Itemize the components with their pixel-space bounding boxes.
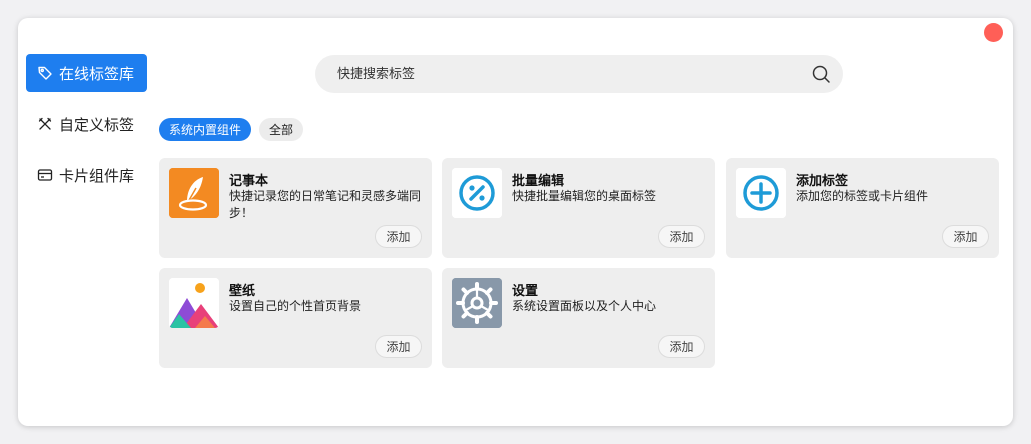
widget-card-wallpaper: 壁纸 设置自己的个性首页背景 添加 [159, 268, 432, 368]
card-description: 快捷记录您的日常笔记和灵感多端同步！ [229, 189, 422, 220]
add-button[interactable]: 添加 [375, 225, 422, 248]
widget-card-batch-edit: 批量编辑 快捷批量编辑您的桌面标签 添加 [442, 158, 715, 258]
add-button[interactable]: 添加 [658, 225, 705, 248]
card-title: 壁纸 [229, 284, 256, 299]
notepad-icon [169, 168, 219, 218]
card-description: 快捷批量编辑您的桌面标签 [512, 189, 657, 203]
sidebar-item-custom-tags[interactable]: 自定义标签 [26, 105, 147, 143]
tag-icon [38, 66, 52, 80]
sidebar-item-card-library[interactable]: 卡片组件库 [26, 156, 147, 194]
sidebar-item-label: 卡片组件库 [59, 166, 135, 185]
tools-icon [38, 117, 52, 130]
card-title: 添加标签 [796, 174, 849, 189]
widget-card-notepad: 记事本 快捷记录您的日常笔记和灵感多端同步！ 添加 [159, 158, 432, 258]
card-description: 设置自己的个性首页背景 [229, 299, 362, 313]
search-bar [315, 55, 843, 93]
filter-builtin-components[interactable]: 系统内置组件 [159, 118, 251, 141]
sidebar-item-label: 自定义标签 [59, 115, 135, 134]
add-tag-icon [736, 168, 786, 218]
card-title: 批量编辑 [512, 174, 565, 189]
widget-card-add-tag: 添加标签 添加您的标签或卡片组件 添加 [726, 158, 999, 258]
card-description: 系统设置面板以及个人中心 [512, 299, 657, 313]
sidebar-item-online-tags[interactable]: 在线标签库 [26, 54, 147, 92]
add-button[interactable]: 添加 [942, 225, 989, 248]
batch-edit-icon [452, 168, 502, 218]
card-title: 记事本 [229, 174, 269, 189]
add-button[interactable]: 添加 [658, 335, 705, 358]
close-button[interactable] [984, 23, 1003, 42]
search-input[interactable] [335, 65, 811, 83]
search-icon[interactable] [811, 64, 831, 84]
wallpaper-icon [169, 278, 219, 328]
settings-icon [452, 278, 502, 328]
card-description: 添加您的标签或卡片组件 [796, 189, 929, 203]
widget-library-window: 在线标签库 自定义标签 卡片组件库 系统内置组件 全部 [18, 18, 1013, 426]
filter-all[interactable]: 全部 [259, 118, 303, 141]
add-button[interactable]: 添加 [375, 335, 422, 358]
card-icon [37, 169, 53, 181]
card-title: 设置 [512, 284, 539, 299]
widget-card-settings: 设置 系统设置面板以及个人中心 添加 [442, 268, 715, 368]
sidebar-item-label: 在线标签库 [59, 64, 135, 83]
